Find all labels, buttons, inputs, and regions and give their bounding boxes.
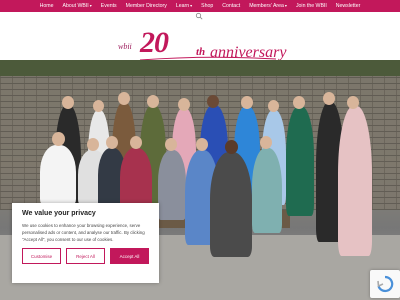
nav-newsletter[interactable]: Newsletter bbox=[336, 3, 361, 9]
nav-home[interactable]: Home bbox=[40, 3, 54, 9]
photo-person-head bbox=[106, 136, 118, 149]
search-icon[interactable] bbox=[195, 12, 203, 20]
nav-about-wbii[interactable]: About WBII▾ bbox=[63, 3, 92, 9]
photo-person-head bbox=[118, 92, 130, 105]
cookie-consent-dialog: We value your privacy We use cookies to … bbox=[12, 203, 159, 283]
nav-members-area-label: Members' Area bbox=[249, 3, 284, 9]
nav-member-directory[interactable]: Member Directory bbox=[126, 3, 167, 9]
photo-person-head bbox=[293, 96, 305, 109]
photo-person-head bbox=[347, 96, 359, 109]
nav-shop[interactable]: Shop bbox=[201, 3, 213, 9]
photo-person bbox=[40, 145, 76, 205]
photo-person-head bbox=[225, 140, 238, 154]
cookie-consent-buttons: Customise Reject All Accept All bbox=[22, 248, 149, 264]
photo-person-head bbox=[62, 96, 74, 109]
photo-person-head bbox=[178, 98, 190, 111]
photo-person-head bbox=[52, 132, 65, 146]
photo-person bbox=[252, 148, 282, 233]
recaptcha-badge[interactable] bbox=[370, 270, 400, 298]
photo-person-head bbox=[165, 138, 177, 151]
reject-all-button[interactable]: Reject All bbox=[66, 248, 105, 264]
recaptcha-icon bbox=[377, 275, 394, 293]
accept-all-button[interactable]: Accept All bbox=[110, 248, 149, 264]
photo-person-head bbox=[87, 138, 99, 151]
top-navigation: Home About WBII▾ Events Member Directory… bbox=[0, 0, 400, 12]
photo-person-head bbox=[147, 95, 159, 108]
cookie-consent-title: We value your privacy bbox=[22, 210, 96, 217]
photo-foliage bbox=[0, 60, 400, 76]
nav-contact[interactable]: Contact bbox=[222, 3, 240, 9]
photo-person-head bbox=[260, 136, 272, 149]
logo-wbii-text: wbii bbox=[118, 42, 132, 51]
cookie-consent-text: We use cookies to enhance your browsing … bbox=[22, 223, 145, 242]
logo-20-text: 20 bbox=[140, 26, 169, 59]
photo-person-head bbox=[130, 136, 142, 149]
customise-button[interactable]: Customise bbox=[22, 248, 61, 264]
nav-about-wbii-label: About WBII bbox=[62, 3, 89, 9]
photo-person-head bbox=[323, 92, 335, 105]
site-logo[interactable]: wbii 20 th anniversary bbox=[118, 26, 286, 62]
chevron-down-icon: ▾ bbox=[89, 3, 92, 8]
photo-person bbox=[338, 106, 372, 256]
chevron-down-icon: ▾ bbox=[284, 3, 287, 8]
nav-members-area[interactable]: Members' Area▾ bbox=[249, 3, 287, 9]
photo-person bbox=[210, 152, 252, 257]
photo-person-head bbox=[207, 95, 219, 108]
nav-learn-label: Learn bbox=[175, 3, 190, 9]
photo-person bbox=[286, 106, 314, 216]
nav-events[interactable]: Events bbox=[101, 3, 117, 9]
photo-person-head bbox=[93, 100, 104, 112]
photo-person-head bbox=[268, 100, 279, 112]
chevron-down-icon: ▾ bbox=[190, 3, 193, 8]
nav-learn[interactable]: Learn▾ bbox=[176, 3, 192, 9]
photo-person-head bbox=[196, 138, 208, 151]
photo-person-head bbox=[241, 96, 253, 109]
photo-person bbox=[158, 150, 186, 220]
nav-join-the-wbii[interactable]: Join the WBII bbox=[296, 3, 327, 9]
